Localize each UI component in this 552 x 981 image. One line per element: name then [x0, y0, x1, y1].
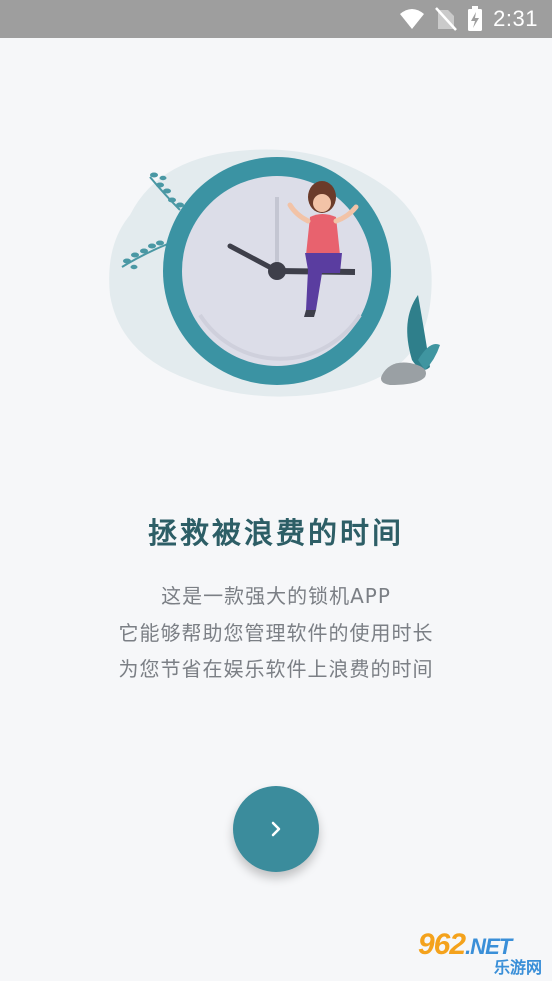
no-sim-icon — [435, 7, 458, 31]
clock-illustration — [109, 149, 440, 397]
battery-charging-icon — [468, 6, 483, 31]
next-button[interactable] — [233, 786, 319, 872]
chevron-right-icon — [271, 821, 281, 837]
onboarding-title: 拯救被浪费的时间 — [147, 516, 404, 550]
watermark: 962.NET 乐游网 — [414, 928, 548, 977]
watermark-subtitle: 乐游网 — [493, 958, 542, 977]
status-bar: 2:31 — [0, 0, 552, 38]
status-time: 2:31 — [493, 6, 538, 31]
description-line-3: 为您节省在娱乐软件上浪费的时间 — [118, 657, 434, 681]
description-line-2: 它能够帮助您管理软件的使用时长 — [118, 621, 434, 645]
status-icons: 2:31 — [399, 0, 538, 38]
description-line-1: 这是一款强大的锁机APP — [161, 584, 391, 608]
wifi-icon — [400, 9, 425, 29]
